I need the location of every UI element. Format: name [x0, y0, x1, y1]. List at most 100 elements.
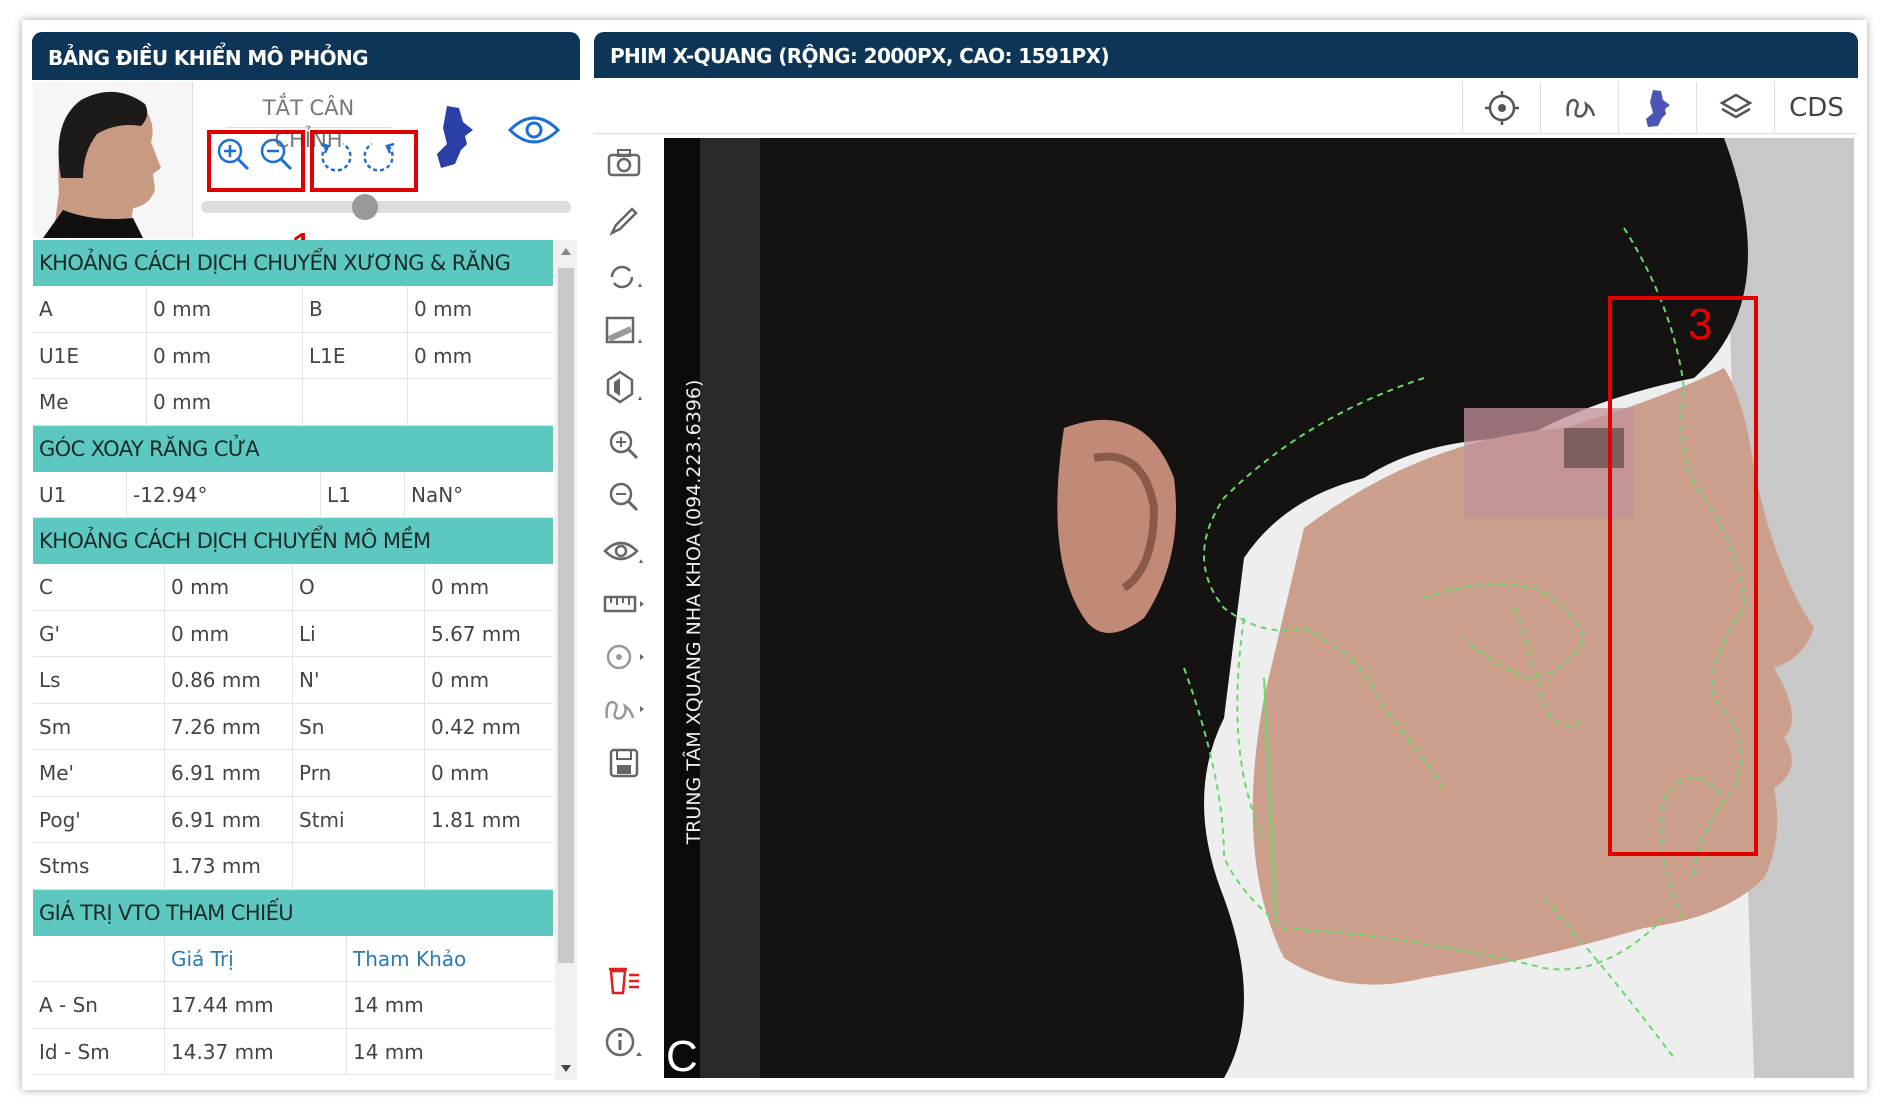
patient-profile-image — [33, 82, 192, 238]
header-cell: Giá Trị — [165, 935, 347, 981]
annotation-label-3: 3 — [1688, 300, 1713, 349]
table-row: Me' 6.91 mm Prn 0 mm — [33, 750, 553, 797]
cell-label: Me' — [33, 750, 165, 796]
cell-label: Ls — [33, 657, 165, 703]
annotation-box-1 — [207, 130, 305, 192]
table-row: Id - Sm 14.37 mm 14 mm — [33, 1028, 553, 1075]
trash-list-icon — [609, 967, 639, 995]
table-row: A 0 mm B 0 mm — [33, 286, 553, 333]
contrast-tool-button[interactable] — [594, 362, 654, 412]
target-tool-button[interactable] — [1462, 82, 1540, 134]
cell-label: U1E — [33, 332, 147, 378]
table-row: G' 0 mm Li 5.67 mm — [33, 610, 553, 657]
save-icon — [609, 748, 639, 778]
trace-tool-button[interactable] — [594, 684, 654, 734]
cell-label: L1E — [303, 332, 408, 378]
table-row: U1 -12.94° L1 NaN° — [33, 471, 553, 518]
zoom-out-tool-button[interactable] — [594, 472, 654, 522]
landmark-tool-button[interactable] — [594, 632, 654, 682]
trace-tool-button[interactable] — [1540, 82, 1618, 134]
table-row: A - Sn 17.44 mm 14 mm — [33, 982, 553, 1029]
cell-value: 0 mm — [147, 332, 303, 378]
header-cell — [33, 935, 165, 981]
eye-tool-button[interactable] — [594, 528, 654, 578]
zoom-in-tool-button[interactable] — [594, 420, 654, 470]
measurement-tables: KHOẢNG CÁCH DỊCH CHUYỂN XƯƠNG & RĂNG A 0… — [33, 240, 553, 1080]
ruler-tool-button[interactable] — [594, 580, 654, 630]
cds-button[interactable]: CDS — [1774, 82, 1858, 134]
zoom-slider-track[interactable] — [201, 201, 571, 213]
section-incisor-rotation: GÓC XOAY RĂNG CỬA — [33, 425, 553, 472]
cell-value: 6.91 mm — [165, 796, 293, 842]
header-cell: Tham Khảo — [353, 946, 467, 971]
cell-label: L1 — [321, 471, 405, 517]
cell-value: 1.73 mm — [165, 843, 293, 889]
cell-label: B — [303, 286, 408, 332]
profile-tool-button[interactable] — [1618, 82, 1696, 134]
cell-label: Sm — [33, 703, 165, 749]
contrast-icon — [606, 370, 642, 404]
layers-tool-button[interactable] — [1696, 82, 1774, 134]
annotation-box-2 — [310, 130, 418, 192]
texture-tool-button[interactable] — [594, 306, 654, 356]
table-row: U1E 0 mm L1E 0 mm — [33, 332, 553, 379]
xray-watermark: TRUNG TÂM XQUANG NHA KHOA (094.223.6396) — [683, 379, 705, 845]
section-soft-tissue: KHOẢNG CÁCH DỊCH CHUYỂN MÔ MỀM — [33, 518, 553, 564]
rotate-icon — [610, 265, 642, 289]
xray-panel-title: PHIM X-QUANG (RỘNG: 2000PX, CAO: 1591PX) — [594, 32, 1858, 78]
cell-value: 0 mm — [165, 610, 293, 656]
zoom-out-icon — [609, 482, 639, 512]
cell-value: 6.91 mm — [165, 750, 293, 796]
save-tool-button[interactable] — [594, 738, 654, 788]
crosshair-icon — [606, 644, 644, 670]
eye-icon — [603, 541, 643, 563]
cell-value: 0 mm — [414, 297, 473, 321]
visibility-button[interactable] — [506, 108, 562, 152]
view-controls: TẮT CÂN CHỈNH — [196, 82, 580, 238]
cell-label: Sn — [293, 703, 425, 749]
cell-value: 14 mm — [353, 1039, 424, 1064]
scrollbar-thumb[interactable] — [558, 268, 574, 963]
cell-label: Stms — [33, 843, 165, 889]
pattern-icon — [605, 316, 642, 344]
scroll-up-icon[interactable] — [560, 246, 572, 256]
cell-label: Me — [33, 379, 147, 425]
info-tool-button[interactable] — [594, 1018, 654, 1068]
zoom-slider-knob[interactable] — [352, 194, 378, 220]
side-toolbar — [594, 138, 654, 1078]
eye-icon — [508, 116, 560, 144]
table-row: Me 0 mm — [33, 379, 553, 426]
table-scrollbar[interactable] — [555, 240, 577, 1080]
rotate-tool-button[interactable] — [594, 252, 654, 302]
table-row: Ls 0.86 mm N' 0 mm — [33, 657, 553, 704]
cell-value: -12.94° — [127, 471, 321, 517]
soft-tissue-rows: C0 mm O 0 mm G' 0 mm Li 5.67 mm Ls 0.86 mm N' 0 mm… — [33, 564, 553, 890]
cell-label: Li — [293, 610, 425, 656]
cell-label: A — [33, 286, 147, 332]
scroll-down-icon[interactable] — [560, 1064, 572, 1074]
zoom-in-icon — [609, 430, 639, 460]
camera-tool-button[interactable] — [594, 138, 654, 188]
align-toggle[interactable]: TẮT CÂN CHỈNH — [226, 92, 391, 152]
delete-tool-button[interactable] — [594, 956, 654, 1006]
cell-label: N' — [293, 657, 425, 703]
table-row: Sm 7.26 mm Sn 0.42 mm — [33, 703, 553, 750]
table-row: Stms 1.73 mm — [33, 843, 553, 890]
cell-value — [425, 843, 553, 889]
info-icon — [605, 1027, 642, 1057]
cell-label: Prn — [293, 750, 425, 796]
xray-image-canvas[interactable]: TRUNG TÂM XQUANG NHA KHOA (094.223.6396)… — [664, 138, 1854, 1078]
cell-value: 0 mm — [431, 668, 490, 692]
cell-value: 0.86 mm — [165, 657, 293, 703]
profile-button[interactable] — [430, 102, 480, 172]
camera-icon — [607, 149, 641, 177]
cell-value: 0 mm — [414, 343, 473, 368]
cell-label: A - Sn — [33, 982, 165, 1028]
ruler-icon — [603, 595, 644, 613]
cell-value: 0.42 mm — [431, 714, 521, 739]
cell-label: U1 — [33, 471, 127, 517]
cell-label: Id - Sm — [33, 1028, 165, 1074]
pen-tool-button[interactable] — [594, 196, 654, 246]
cell-value: 1.81 mm — [431, 807, 521, 832]
section-bone-teeth: KHOẢNG CÁCH DỊCH CHUYỂN XƯƠNG & RĂNG — [33, 240, 553, 286]
